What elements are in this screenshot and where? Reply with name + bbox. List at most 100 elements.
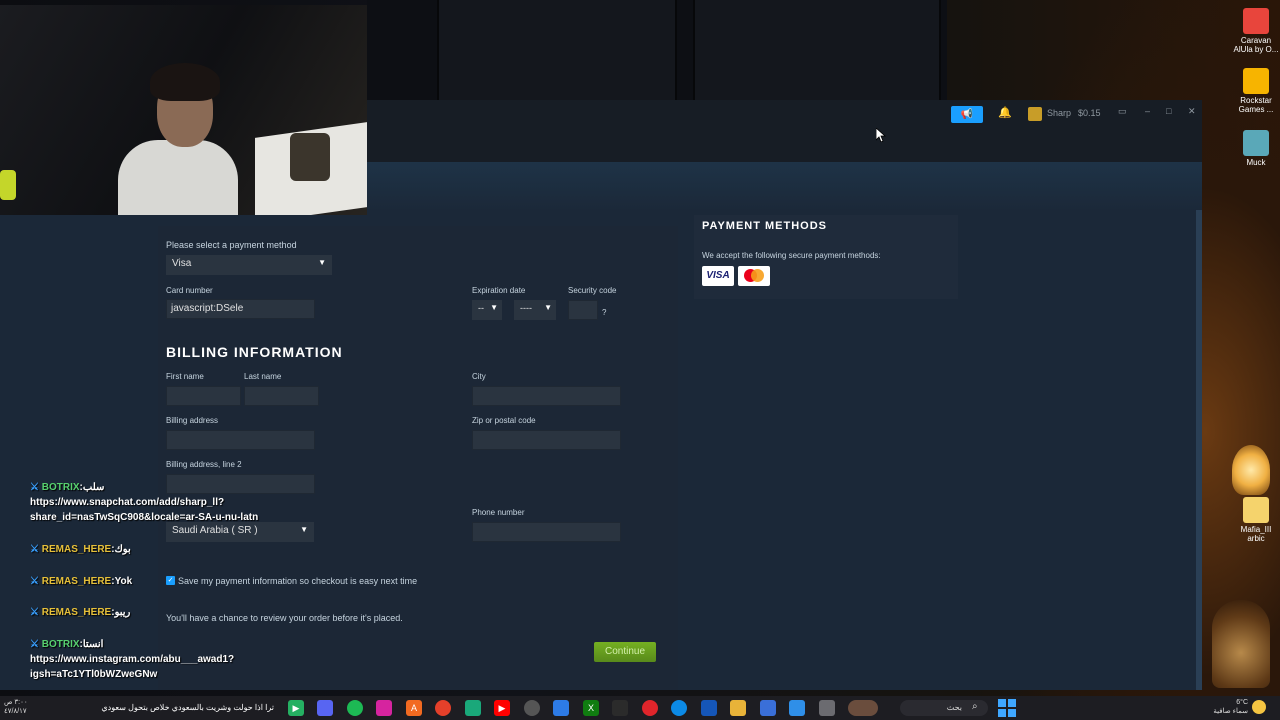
chat-message: ⚔ BOTRIX:سلب [30, 482, 105, 493]
widget-icon[interactable] [848, 700, 878, 716]
last-name-label: Last name [244, 372, 282, 381]
expiration-month-value: -- [478, 303, 484, 313]
chevron-down-icon: ▼ [544, 303, 552, 312]
phone-input[interactable] [472, 522, 621, 542]
maximize-button[interactable]: □ [1166, 106, 1171, 116]
file-explorer-icon[interactable] [730, 700, 746, 716]
billing-address2-label: Billing address, line 2 [166, 460, 242, 469]
instagram-icon[interactable] [376, 700, 392, 716]
app-a-icon[interactable]: A [406, 700, 422, 716]
desktop-icon-rockstar[interactable]: Rockstar Games ... [1233, 68, 1279, 114]
billing-address2-input[interactable] [166, 474, 315, 494]
payment-methods-title: PAYMENT METHODS [702, 220, 828, 232]
discord-icon[interactable] [317, 700, 333, 716]
chat-continuation: https://www.snapchat.com/add/sharp_ll? [30, 497, 225, 508]
clock-time: ٣:٠٠ ص [4, 699, 28, 706]
bell-icon[interactable]: 🔔 [998, 106, 1012, 119]
window-pane [437, 0, 677, 100]
desktop-icon-label: Rockstar Games ... [1238, 96, 1274, 114]
chat-username: REMAS_HERE [41, 607, 112, 618]
webcam-lamp [290, 133, 330, 181]
spotify-icon[interactable] [347, 700, 363, 716]
chat-message: ⚔ REMAS_HERE:ريبو [30, 607, 131, 618]
jar-light-decoration [1212, 600, 1270, 688]
desktop-icon-mafia[interactable]: Mafia_III arbic [1233, 497, 1279, 543]
payment-methods-text: We accept the following secure payment m… [702, 251, 881, 260]
window-pane [693, 0, 941, 100]
search-icon: ⌕ [972, 701, 978, 712]
security-code-input[interactable] [568, 300, 598, 320]
city-input[interactable] [472, 386, 621, 406]
country-value: Saudi Arabia ( SR ) [172, 525, 258, 536]
chat-message: ⚔ REMAS_HERE:Yok [30, 576, 133, 587]
monitor-icon[interactable]: ▭ [1118, 106, 1127, 117]
taskbar-ticker: ترا اذا حولت وشريت بالسعودي خلاص بتحول س… [101, 703, 274, 712]
chevron-down-icon: ▼ [300, 525, 308, 534]
expiration-month-select[interactable]: -- ▼ [472, 300, 502, 320]
app-blue-icon[interactable] [553, 700, 569, 716]
payment-method-value: Visa [172, 258, 192, 269]
mouse-cursor-icon [876, 128, 886, 142]
chat-text: Yok [114, 576, 133, 587]
avatar[interactable] [1028, 107, 1042, 121]
close-button[interactable]: ✕ [1188, 106, 1196, 117]
app-game-icon[interactable] [701, 700, 717, 716]
steam-nav-bar [367, 128, 1202, 162]
zip-input[interactable] [472, 430, 621, 450]
visa-logo: VISA [702, 266, 734, 286]
app-colorful-icon[interactable] [789, 700, 805, 716]
pdf-icon [1243, 8, 1269, 34]
save-info-checkbox[interactable]: ✓ [166, 576, 175, 585]
megaphone-icon[interactable]: 📢 [951, 106, 983, 123]
billing-heading: BILLING INFORMATION [166, 344, 343, 360]
webcam-cup [0, 170, 16, 200]
security-code-label: Security code [568, 286, 617, 295]
chat-username: REMAS_HERE [41, 576, 112, 587]
chrome-icon[interactable] [435, 700, 451, 716]
edge-icon[interactable] [671, 700, 687, 716]
expiration-year-select[interactable]: ---- ▼ [514, 300, 556, 320]
chat-continuation: share_id=nasTwSqC908&locale=ar-SA-u-nu-l… [30, 512, 259, 523]
weather-temp: 6°C [1236, 699, 1248, 706]
desktop-icon-pdf[interactable]: Caravan AlUla by O... [1233, 8, 1279, 54]
chevron-down-icon: ▼ [318, 258, 326, 267]
game-launcher-icon[interactable]: ▶ [288, 700, 304, 716]
continue-button[interactable]: Continue [594, 642, 656, 662]
zip-label: Zip or postal code [472, 416, 536, 425]
last-name-input[interactable] [244, 386, 319, 406]
xbox-icon[interactable]: X [583, 700, 599, 716]
wallet-balance[interactable]: $0.15 [1078, 108, 1101, 118]
lamp-decoration [1232, 445, 1270, 495]
steam-icon[interactable] [612, 700, 628, 716]
country-select[interactable]: Saudi Arabia ( SR ) ▼ [166, 522, 314, 542]
card-number-input[interactable]: javascript:DSele [166, 299, 315, 319]
obs-icon[interactable] [524, 700, 540, 716]
weather-widget[interactable]: 6°C سماء صافية [1208, 698, 1248, 716]
youtube-icon[interactable]: ▶ [494, 700, 510, 716]
scrollbar[interactable] [1196, 210, 1202, 690]
desktop-icon-label: Mafia_III arbic [1240, 525, 1272, 543]
webcam-person-body [118, 140, 238, 215]
chevron-down-icon: ▼ [490, 303, 498, 312]
payment-method-select[interactable]: Visa ▼ [166, 255, 332, 275]
expiration-label: Expiration date [472, 286, 526, 295]
weather-icon [1252, 700, 1266, 714]
muck-icon [1243, 130, 1269, 156]
app-window-icon[interactable] [819, 700, 835, 716]
first-name-input[interactable] [166, 386, 241, 406]
app-red-icon[interactable] [642, 700, 658, 716]
clock-date: ٤٧/٨/١٧ [4, 708, 27, 715]
chat-message: ⚔ BOTRIX:انستا [30, 639, 104, 650]
minimize-button[interactable]: – [1145, 106, 1150, 116]
security-help-link[interactable]: ? [602, 308, 606, 317]
webcam-person-hair [150, 63, 220, 101]
start-button[interactable] [998, 699, 1016, 717]
username[interactable]: Sharp [1047, 108, 1071, 118]
desktop-icon-label: Muck [1246, 158, 1266, 167]
taskbar-clock[interactable]: ٣:٠٠ ص ٤٧/٨/١٧ [4, 698, 28, 716]
store-icon[interactable] [760, 700, 776, 716]
chat-text: بوك [114, 544, 131, 555]
desktop-icon-muck[interactable]: Muck [1233, 130, 1279, 167]
app-green-icon[interactable] [465, 700, 481, 716]
billing-address-input[interactable] [166, 430, 315, 450]
